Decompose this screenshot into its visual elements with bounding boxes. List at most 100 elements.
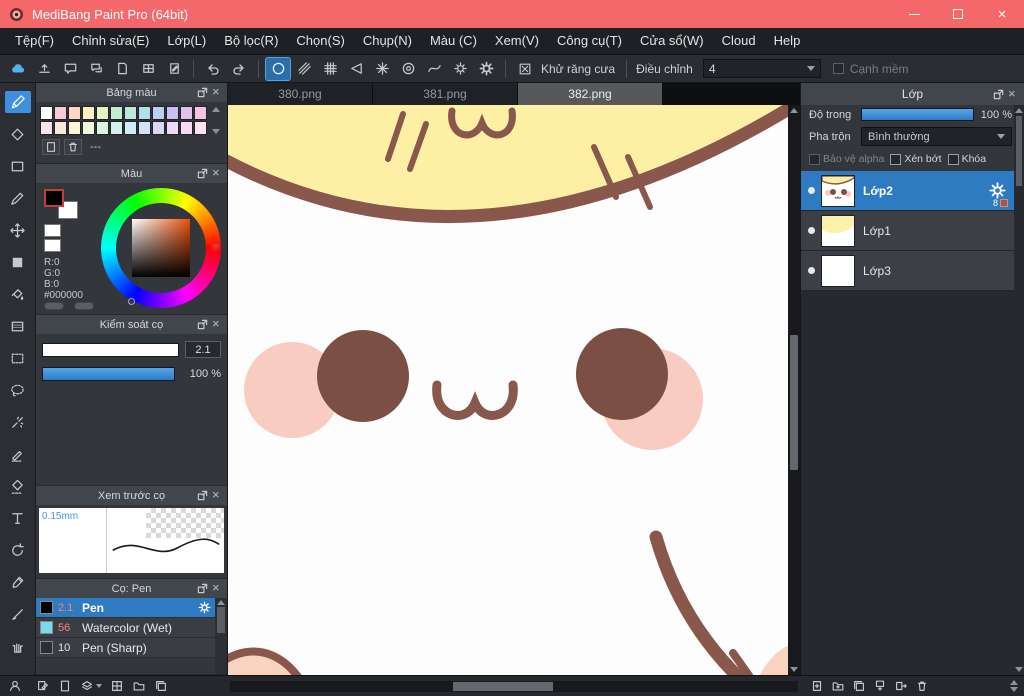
merge-layer-icon[interactable]	[873, 679, 887, 693]
palette-swatch[interactable]	[166, 106, 179, 120]
canvas-vertical-scrollbar[interactable]	[788, 105, 800, 675]
scroll-up-icon[interactable]	[790, 108, 798, 113]
lock-checkbox[interactable]	[947, 153, 959, 165]
popout-icon[interactable]	[993, 89, 1004, 100]
palette-swatch[interactable]	[82, 121, 95, 135]
palette-swatch[interactable]	[124, 106, 137, 120]
brush-item-watercolor[interactable]: 56 Watercolor (Wet)	[36, 618, 215, 638]
snap-grid-icon[interactable]	[318, 58, 342, 80]
color-bar-button-right[interactable]	[74, 302, 94, 310]
eyedropper-tool[interactable]	[5, 571, 31, 593]
brush-size-value[interactable]: 2.1	[185, 341, 221, 358]
add-folder-layer-icon[interactable]	[831, 679, 845, 693]
palette-swatch[interactable]	[166, 121, 179, 135]
magic-wand-tool[interactable]	[5, 411, 31, 433]
text-tool[interactable]	[5, 507, 31, 529]
document-icon[interactable]	[110, 58, 134, 80]
eraser-tool[interactable]	[5, 123, 31, 145]
popout-icon[interactable]	[197, 583, 208, 594]
scroll-up-icon[interactable]	[212, 107, 220, 112]
rect-tool[interactable]	[5, 155, 31, 177]
palette-swatch[interactable]	[110, 106, 123, 120]
palette-swatch[interactable]	[180, 121, 193, 135]
layer-row-lop1[interactable]: Lớp1	[801, 211, 1014, 251]
brush-item-pen-sharp[interactable]: 10 Pen (Sharp)	[36, 638, 215, 658]
clipping-checkbox[interactable]	[890, 153, 902, 165]
layer-settings-gear-icon[interactable]	[989, 182, 1006, 199]
layer-opacity-slider[interactable]	[861, 108, 974, 121]
popout-icon[interactable]	[197, 168, 208, 179]
layer-stack-icon[interactable]	[80, 679, 102, 693]
palette-swatch[interactable]	[152, 121, 165, 135]
brush-item-pen[interactable]: 2.1 Pen	[36, 598, 215, 618]
close-icon[interactable]: ×	[212, 488, 223, 502]
menu-file[interactable]: Tệp(F)	[6, 28, 63, 54]
brush-settings-gear-icon[interactable]	[198, 601, 211, 614]
layer-order-arrows[interactable]	[1010, 680, 1018, 692]
canvas[interactable]	[228, 105, 788, 675]
palette-swatch[interactable]	[54, 106, 67, 120]
menu-help[interactable]: Help	[765, 28, 810, 54]
soft-edge-toggle[interactable]: Cạnh mềm	[832, 62, 913, 76]
document-grid-icon[interactable]	[136, 58, 160, 80]
menu-cloud[interactable]: Cloud	[713, 28, 765, 54]
brush-opacity-slider[interactable]	[42, 367, 175, 381]
close-button[interactable]: ×	[980, 0, 1024, 28]
snap-cross-icon[interactable]	[370, 58, 394, 80]
palette-swatch[interactable]	[68, 106, 81, 120]
color-bar-button-left[interactable]	[44, 302, 64, 310]
layer-visibility-toggle[interactable]	[801, 187, 821, 194]
clipping-toggle[interactable]: Xén bớt	[890, 153, 942, 165]
scrollbar-thumb[interactable]	[1016, 116, 1022, 186]
popout-icon[interactable]	[197, 490, 208, 501]
scroll-down-icon[interactable]	[1015, 667, 1023, 672]
duplicate-icon[interactable]	[154, 679, 168, 693]
grid-icon[interactable]	[110, 679, 124, 693]
tab-381[interactable]: 381.png	[373, 83, 518, 105]
soft-edge-checkbox[interactable]	[832, 63, 844, 74]
divide-tool[interactable]	[5, 603, 31, 625]
chat-icon[interactable]	[84, 58, 108, 80]
move-layer-down-icon[interactable]	[1010, 687, 1018, 692]
publish-icon[interactable]	[32, 58, 56, 80]
palette-swatch[interactable]	[138, 121, 151, 135]
menu-select[interactable]: Chọn(S)	[287, 28, 353, 54]
palette-swatch[interactable]	[110, 121, 123, 135]
scroll-up-icon[interactable]	[1015, 108, 1023, 113]
select-eraser-tool[interactable]	[5, 475, 31, 497]
menu-edit[interactable]: Chỉnh sửa(E)	[63, 28, 158, 54]
document-edit-icon[interactable]	[162, 58, 186, 80]
menu-tools[interactable]: Công cụ(T)	[548, 28, 631, 54]
fill-rect-tool[interactable]	[5, 251, 31, 273]
marquee-select-tool[interactable]	[5, 347, 31, 369]
stored-color-swatch[interactable]	[44, 239, 61, 252]
palette-swatch[interactable]	[96, 106, 109, 120]
scrollbar-thumb[interactable]	[217, 607, 225, 633]
menu-window[interactable]: Cửa sổ(W)	[631, 28, 713, 54]
minimize-button[interactable]	[892, 0, 936, 28]
duplicate-layer-icon[interactable]	[852, 679, 866, 693]
palette-swatch[interactable]	[194, 121, 207, 135]
scroll-down-icon[interactable]	[790, 667, 798, 672]
brush-list-scrollbar[interactable]	[215, 598, 227, 674]
menu-filter[interactable]: Bộ lọc(R)	[215, 28, 287, 54]
snap-vanishing-icon[interactable]	[344, 58, 368, 80]
layer-row-lop3[interactable]: Lớp3	[801, 251, 1014, 291]
close-icon[interactable]: ×	[212, 166, 223, 180]
move-layer-up-icon[interactable]	[1010, 680, 1018, 685]
close-icon[interactable]: ×	[1008, 87, 1019, 101]
foreground-color-swatch[interactable]	[44, 189, 64, 207]
cloud-icon[interactable]	[6, 58, 30, 80]
redo-button[interactable]	[227, 58, 251, 80]
alpha-lock-toggle[interactable]: Bảo vệ alpha	[809, 153, 884, 165]
hand-tool[interactable]	[5, 635, 31, 657]
settings-gear-icon[interactable]	[474, 58, 498, 80]
pen-tool[interactable]	[5, 187, 31, 209]
lasso-tool[interactable]	[5, 379, 31, 401]
transfer-layer-icon[interactable]	[894, 679, 908, 693]
add-layer-icon[interactable]	[810, 679, 824, 693]
popout-icon[interactable]	[197, 87, 208, 98]
popout-icon[interactable]	[197, 319, 208, 330]
color-wheel[interactable]	[101, 188, 221, 308]
undo-button[interactable]	[201, 58, 225, 80]
